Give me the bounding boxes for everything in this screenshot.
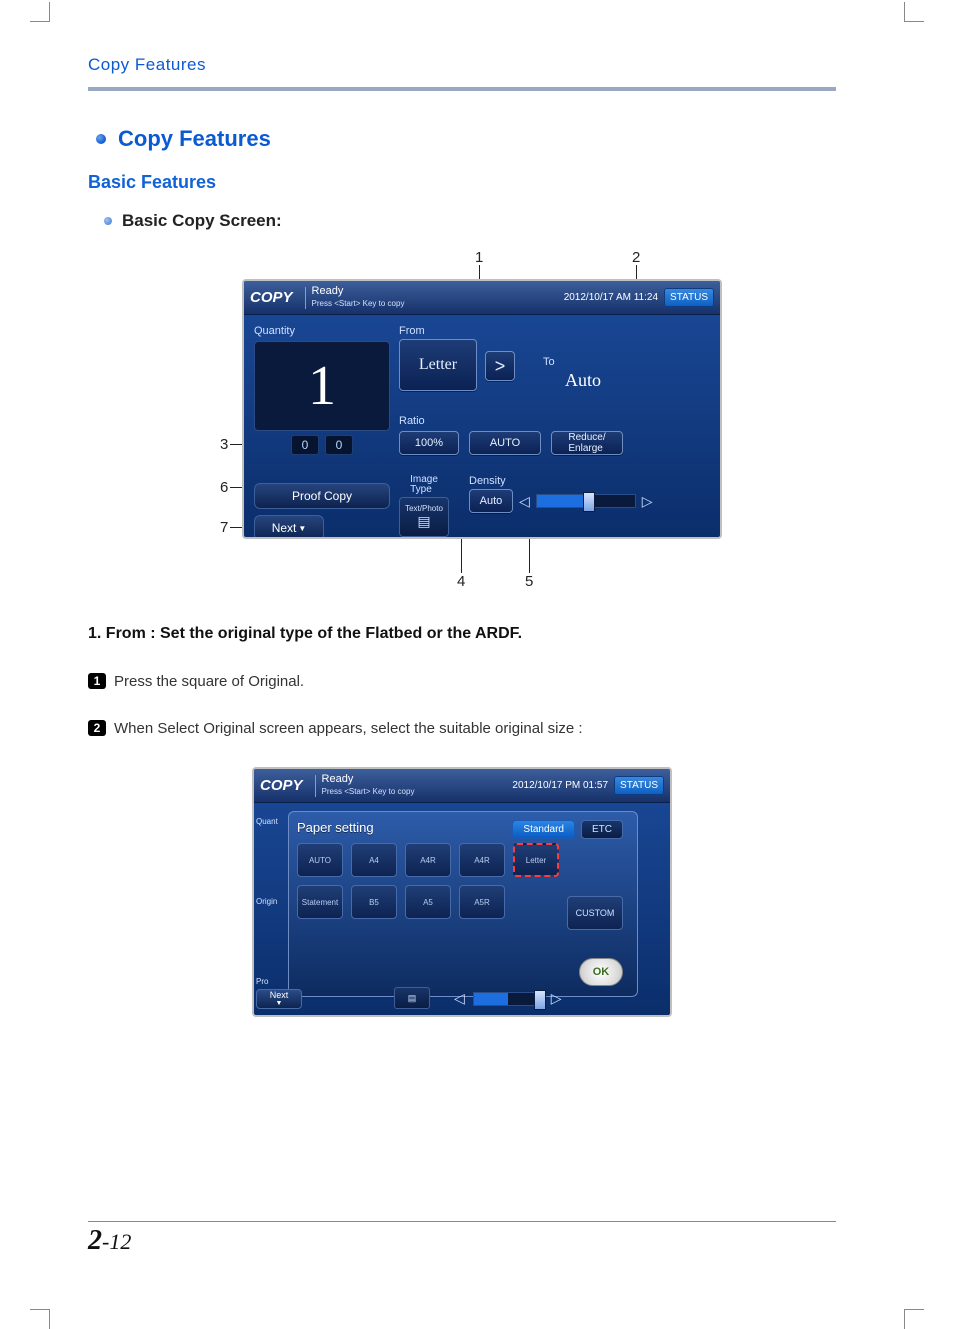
- size-option-a4r[interactable]: A4R: [459, 843, 505, 877]
- from-label: From: [399, 325, 477, 337]
- figure-1: 1 2 3 4 5 6 7 COPY Ready Press <Start> K…: [182, 249, 742, 589]
- tab-etc[interactable]: ETC: [581, 820, 623, 839]
- next-label: Next: [272, 521, 297, 535]
- size-option-a5[interactable]: A5: [405, 885, 451, 919]
- panel2-next-button[interactable]: Next ▼: [256, 989, 302, 1009]
- item-1-heading: 1. From : Set the original type of the F…: [88, 625, 836, 643]
- basic-copy-label: Basic Copy Screen:: [122, 211, 282, 231]
- reduce-enlarge-button[interactable]: Reduce/ Enlarge: [551, 431, 623, 455]
- density-slider[interactable]: [536, 494, 636, 508]
- density-label: Density: [469, 475, 653, 487]
- callout-3: 3: [220, 436, 228, 453]
- size-option-auto[interactable]: AUTO: [297, 843, 343, 877]
- section-bullet-icon: [96, 134, 106, 144]
- size-option-b5[interactable]: B5: [351, 885, 397, 919]
- size-option-letter[interactable]: Letter: [513, 843, 559, 877]
- arrow-icon: >: [485, 351, 515, 381]
- panel2-datetime: 2012/10/17 PM 01:57: [512, 780, 614, 791]
- panel-ready: Ready: [312, 285, 344, 297]
- quantity-value: 1: [254, 341, 390, 431]
- paper-setting-dialog: Paper setting Standard ETC AUTOA4A4RA4RL…: [288, 811, 638, 997]
- to-value[interactable]: Auto: [543, 370, 623, 391]
- left-pro-hint: Pro: [256, 971, 286, 991]
- size-option-a4r[interactable]: A4R: [405, 843, 451, 877]
- callout-4: 4: [457, 573, 465, 590]
- callout-5: 5: [525, 573, 533, 590]
- panel2-ready: Ready: [322, 773, 354, 785]
- density-decrease-icon[interactable]: ◁: [519, 493, 530, 510]
- left-origin-hint: Origin: [256, 891, 286, 911]
- bullet-icon: [104, 217, 112, 225]
- callout-6: 6: [220, 479, 228, 496]
- callout-1: 1: [475, 249, 483, 266]
- panel-datetime: 2012/10/17 AM 11:24: [564, 292, 664, 303]
- basic-features-heading: Basic Features: [88, 172, 836, 193]
- size-option-a5r[interactable]: A5R: [459, 885, 505, 919]
- density-auto-button[interactable]: Auto: [469, 489, 513, 513]
- image-type-button[interactable]: Text/Photo ▤: [399, 497, 449, 537]
- panel-hint: Press <Start> Key to copy: [312, 299, 405, 308]
- step-1-text: Press the square of Original.: [114, 673, 304, 690]
- panel2-density-slider[interactable]: [473, 992, 543, 1006]
- size-option-statement[interactable]: Statement: [297, 885, 343, 919]
- panel2-status-button[interactable]: STATUS: [614, 776, 664, 795]
- footer-rule: [88, 1221, 836, 1222]
- panel-title: COPY: [250, 289, 293, 306]
- document-icon: ▤: [417, 513, 430, 530]
- header-rule: [88, 87, 836, 91]
- page-number: 2-12: [88, 1225, 131, 1257]
- image-type-label: Image Type: [410, 475, 438, 495]
- step-1-badge: 1: [88, 673, 106, 689]
- panel2-hint: Press <Start> Key to copy: [322, 787, 415, 796]
- ratio-label: Ratio: [399, 415, 710, 427]
- auto-button[interactable]: AUTO: [469, 431, 541, 455]
- paper-setting-panel: COPY Ready Press <Start> Key to copy 201…: [252, 767, 672, 1017]
- chevron-down-icon: ▼: [298, 524, 306, 533]
- custom-size-button[interactable]: CUSTOM: [567, 896, 623, 930]
- copy-screen-panel: COPY Ready Press <Start> Key to copy 201…: [242, 279, 722, 539]
- callout-7: 7: [220, 519, 228, 536]
- page-header: Copy Features: [88, 55, 836, 83]
- panel2-density-decrease-icon[interactable]: ◁: [454, 990, 465, 1007]
- ok-button[interactable]: OK: [579, 958, 623, 986]
- from-tile[interactable]: Letter: [399, 339, 477, 391]
- panel2-image-type-icon: ▤: [394, 987, 430, 1009]
- quantity-mini-2: 0: [325, 435, 353, 455]
- tab-standard[interactable]: Standard: [512, 820, 575, 839]
- next-button[interactable]: Next ▼: [254, 515, 324, 539]
- proof-copy-button[interactable]: Proof Copy: [254, 483, 390, 509]
- size-option-a4[interactable]: A4: [351, 843, 397, 877]
- left-quantity-hint: Quant: [256, 811, 286, 831]
- status-button[interactable]: STATUS: [664, 288, 714, 307]
- ratio-value: 100%: [399, 431, 459, 455]
- quantity-mini-1: 0: [291, 435, 319, 455]
- basic-copy-item: Basic Copy Screen:: [104, 211, 836, 231]
- image-type-sublabel: Text/Photo: [405, 504, 443, 513]
- section-heading: Copy Features: [96, 126, 836, 152]
- step-2-text: When Select Original screen appears, sel…: [114, 720, 583, 737]
- density-increase-icon[interactable]: ▷: [642, 493, 653, 510]
- panel2-next-label: Next: [270, 991, 289, 1000]
- panel2-title: COPY: [260, 777, 303, 794]
- chevron-down-icon: ▼: [276, 1000, 283, 1007]
- to-label: To: [543, 356, 623, 368]
- panel2-density-increase-icon[interactable]: ▷: [551, 990, 562, 1007]
- section-title: Copy Features: [118, 126, 271, 152]
- step-2-badge: 2: [88, 720, 106, 736]
- callout-2: 2: [632, 249, 640, 266]
- quantity-label: Quantity: [254, 325, 390, 337]
